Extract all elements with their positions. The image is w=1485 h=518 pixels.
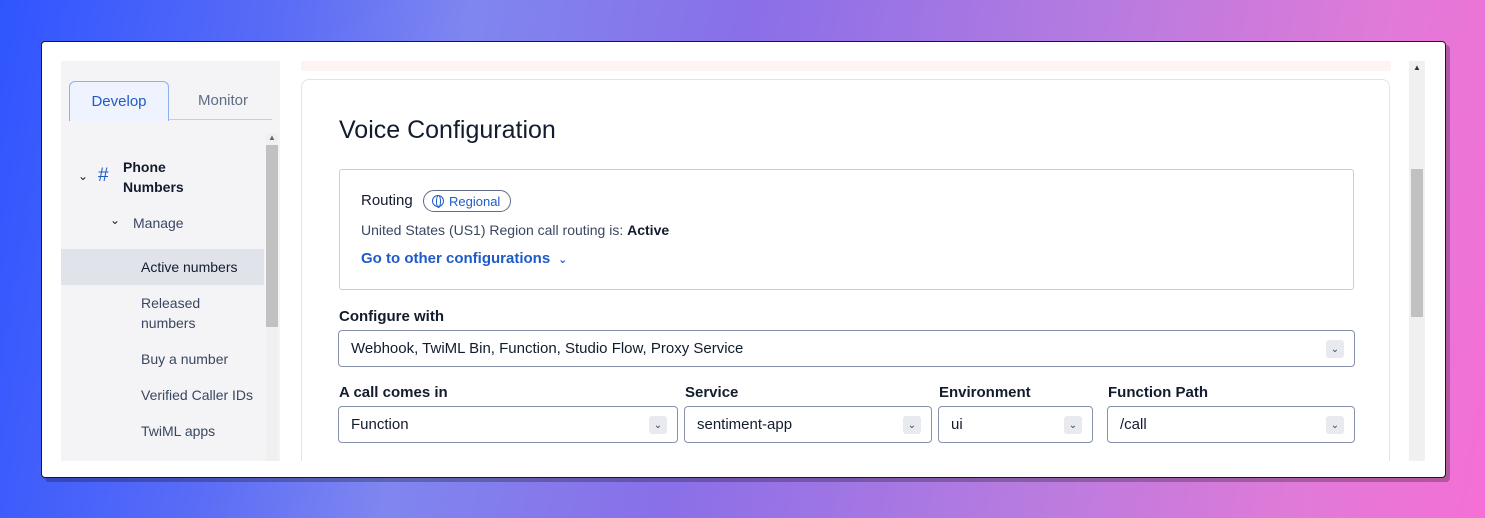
page-title: Voice Configuration [339, 116, 556, 144]
tab-monitor[interactable]: Monitor [169, 81, 277, 120]
page-scrollbar[interactable]: ▲ [1409, 61, 1425, 461]
page-scrollbar-thumb[interactable] [1411, 169, 1423, 317]
other-configurations-link[interactable]: Go to other configurations ⌄ [361, 250, 567, 267]
sidebar-item-label: Verified Caller IDs [141, 387, 254, 403]
sidebar-item-label: Active numbers [141, 259, 238, 275]
hash-icon: # [98, 165, 109, 186]
sidebar-item-label: Released numbers [141, 295, 201, 331]
sidebar-item-released-numbers[interactable]: Released numbers [61, 293, 241, 333]
main-content: Voice Configuration Routing Regional Uni… [301, 61, 1391, 461]
sidebar: Develop Monitor ⌄ # Phone Numbers ⌄ Mana… [61, 61, 280, 461]
sidebar-scrollbar[interactable]: ▲ [266, 133, 278, 461]
sidebar-item-active-numbers[interactable]: Active numbers [61, 249, 264, 285]
service-select[interactable]: sentiment-app ⌄ [684, 406, 932, 443]
select-value: sentiment-app [697, 416, 793, 433]
link-label: Go to other configurations [361, 250, 551, 267]
call-comes-in-select[interactable]: Function ⌄ [338, 406, 678, 443]
chevron-down-icon: ⌄ [110, 213, 121, 227]
scroll-up-arrow-icon[interactable]: ▲ [268, 133, 276, 142]
routing-status-prefix: United States (US1) Region call routing … [361, 222, 628, 238]
chevron-down-icon: ⌄ [558, 254, 568, 266]
sidebar-section-phone-numbers[interactable]: ⌄ # Phone Numbers [61, 157, 264, 201]
voice-configuration-card: Voice Configuration Routing Regional Uni… [301, 79, 1390, 461]
sidebar-item-buy-a-number[interactable]: Buy a number [61, 349, 264, 369]
sidebar-section-label: Phone Numbers [123, 159, 184, 195]
chevron-down-icon: ⌄ [903, 416, 921, 434]
sidebar-tabs: Develop Monitor [69, 81, 272, 121]
chevron-down-icon: ⌄ [649, 416, 667, 434]
environment-select[interactable]: ui ⌄ [938, 406, 1093, 443]
chevron-down-icon: ⌄ [1064, 416, 1082, 434]
service-label: Service [685, 384, 739, 401]
scroll-up-arrow-icon[interactable]: ▲ [1413, 63, 1421, 72]
routing-label: Routing [361, 192, 413, 209]
call-comes-in-label: A call comes in [339, 384, 448, 401]
sidebar-group-manage[interactable]: ⌄ Manage [61, 213, 264, 235]
browser-window: Develop Monitor ⌄ # Phone Numbers ⌄ Mana… [41, 41, 1446, 478]
alert-banner-edge [301, 61, 1391, 71]
function-path-label: Function Path [1108, 384, 1208, 401]
configure-with-label: Configure with [339, 308, 444, 325]
badge-label: Regional [449, 193, 501, 209]
sidebar-group-label: Manage [133, 215, 184, 231]
globe-icon [432, 195, 444, 208]
environment-label: Environment [939, 384, 1031, 401]
sidebar-scrollbar-thumb[interactable] [266, 145, 278, 327]
regional-badge: Regional [423, 190, 512, 212]
tab-develop[interactable]: Develop [69, 81, 169, 121]
sidebar-item-label: Buy a number [141, 351, 229, 367]
select-value: /call [1120, 416, 1147, 433]
function-path-select[interactable]: /call ⌄ [1107, 406, 1355, 443]
routing-status-value: Active [627, 222, 670, 238]
chevron-down-icon: ⌄ [1326, 416, 1344, 434]
routing-status-text: United States (US1) Region call routing … [361, 222, 669, 238]
sidebar-item-label: TwiML apps [141, 423, 216, 439]
sidebar-item-twiml-apps[interactable]: TwiML apps [61, 421, 264, 441]
routing-panel: Routing Regional United States (US1) Reg… [339, 169, 1354, 290]
select-value: Function [351, 416, 409, 433]
select-value: ui [951, 416, 963, 433]
chevron-down-icon: ⌄ [78, 169, 89, 183]
sidebar-item-verified-caller-ids[interactable]: Verified Caller IDs [61, 385, 264, 405]
select-value: Webhook, TwiML Bin, Function, Studio Flo… [351, 340, 744, 357]
chevron-down-icon: ⌄ [1326, 340, 1344, 358]
configure-with-select[interactable]: Webhook, TwiML Bin, Function, Studio Flo… [338, 330, 1355, 367]
